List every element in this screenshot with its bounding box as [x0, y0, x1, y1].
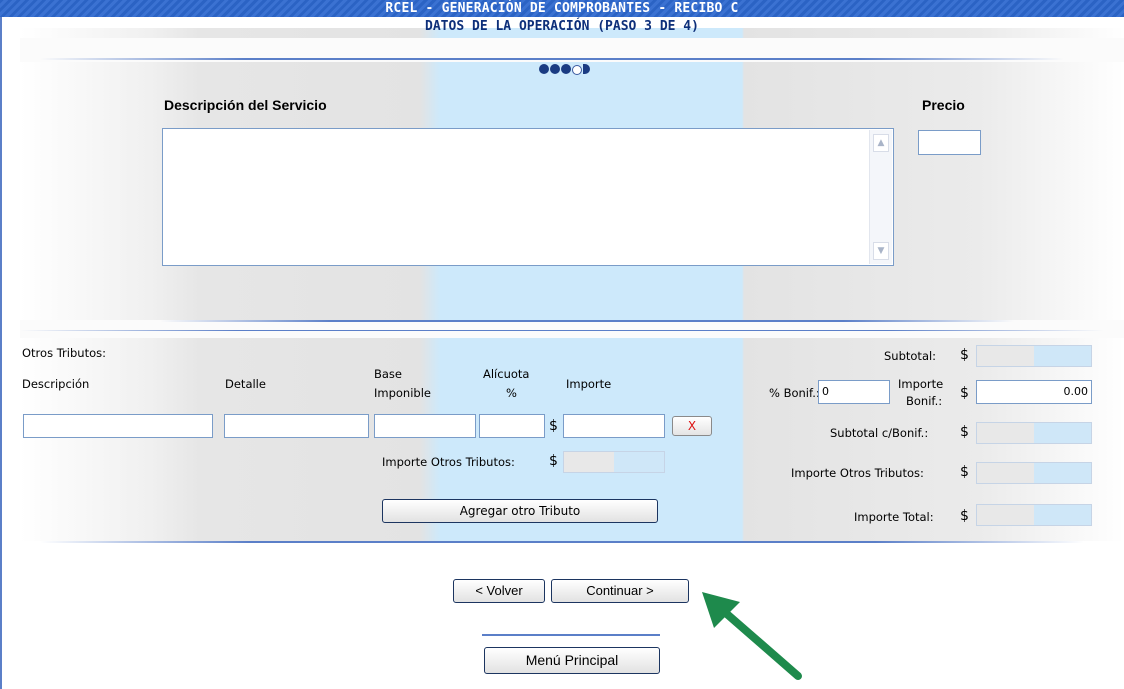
scroll-down-icon[interactable]: ▼: [873, 242, 889, 260]
tributo-descripcion-input[interactable]: [23, 414, 213, 438]
importe-otros-tributos-field: [563, 451, 665, 473]
descripcion-servicio-textarea[interactable]: ▲ ▼: [162, 128, 894, 266]
step-dot-icon: [539, 64, 549, 74]
window-frame: [0, 0, 2, 689]
back-button[interactable]: < Volver: [453, 579, 545, 603]
tributo-detalle-input[interactable]: [224, 414, 369, 438]
step-dot-icon: [550, 64, 560, 74]
subtotal-bonif-field: [976, 422, 1092, 444]
currency-symbol: $: [960, 347, 969, 363]
col-base-label: Base: [374, 367, 403, 381]
descripcion-servicio-label: Descripción del Servicio: [164, 97, 327, 113]
divider-line: [20, 330, 1104, 331]
green-arrow-icon: [702, 592, 802, 680]
subtotal-bonif-label: Subtotal c/Bonif.:: [830, 426, 929, 440]
continue-button[interactable]: Continuar >: [551, 579, 689, 603]
col-importe-label: Importe: [566, 377, 612, 391]
precio-label: Precio: [922, 97, 965, 113]
textarea-scrollbar[interactable]: ▲ ▼: [869, 130, 892, 264]
col-imponible-label: Imponible: [374, 386, 431, 400]
currency-symbol: $: [960, 464, 969, 480]
currency-symbol: $: [549, 418, 558, 434]
currency-symbol: $: [960, 508, 969, 524]
otros-tributos-label: Otros Tributos:: [22, 346, 106, 360]
step-dot-icon: [561, 64, 571, 74]
importe-otros-tributos-total-label: Importe Otros Tributos:: [791, 466, 924, 480]
tributo-alicuota-input[interactable]: [479, 414, 545, 438]
col-descripcion-label: Descripción: [22, 377, 90, 391]
subtotal-label: Subtotal:: [884, 349, 937, 363]
tributo-importe-input[interactable]: [563, 414, 665, 438]
tributo-base-input[interactable]: [374, 414, 476, 438]
close-icon: X: [687, 419, 697, 433]
col-detalle-label: Detalle: [225, 377, 266, 391]
bonif-pct-input[interactable]: 0: [818, 380, 890, 404]
divider-line: [160, 320, 1014, 322]
importe-bonif-label-2: Bonif.:: [906, 394, 943, 408]
remove-tributo-button[interactable]: X: [672, 416, 712, 436]
importe-otros-tributos-label: Importe Otros Tributos:: [382, 455, 515, 469]
importe-total-label: Importe Total:: [854, 510, 934, 524]
step-dot-icon: [583, 64, 590, 74]
currency-symbol: $: [960, 385, 969, 401]
agregar-tributo-button[interactable]: Agregar otro Tributo: [382, 499, 658, 523]
subtotal-field: [976, 345, 1092, 367]
importe-bonif-label: Importe: [898, 377, 944, 391]
scroll-up-icon[interactable]: ▲: [873, 134, 889, 152]
bonif-pct-label: % Bonif.:: [769, 386, 820, 400]
divider-line: [40, 58, 1064, 60]
col-porcentaje-label: %: [506, 386, 517, 400]
importe-bonif-input[interactable]: 0.00: [976, 380, 1092, 404]
precio-input[interactable]: [918, 130, 981, 155]
importe-otros-tributos-total-field: [976, 462, 1092, 484]
menu-divider: [482, 634, 660, 636]
col-alicuota-label: Alícuota: [483, 367, 530, 381]
currency-symbol: $: [549, 453, 558, 469]
step-dot-icon: [572, 65, 582, 75]
divider-band: [20, 320, 1124, 338]
currency-symbol: $: [960, 424, 969, 440]
main-menu-button[interactable]: Menú Principal: [484, 647, 660, 674]
page-title-bar: RCEL - GENERACIÓN DE COMPROBANTES - RECI…: [0, 0, 1124, 17]
step-subtitle: DATOS DE LA OPERACIÓN (PASO 3 DE 4): [425, 19, 699, 34]
step-progress-indicator: [539, 64, 590, 76]
importe-total-field: [976, 504, 1092, 526]
divider-line: [40, 541, 1084, 543]
